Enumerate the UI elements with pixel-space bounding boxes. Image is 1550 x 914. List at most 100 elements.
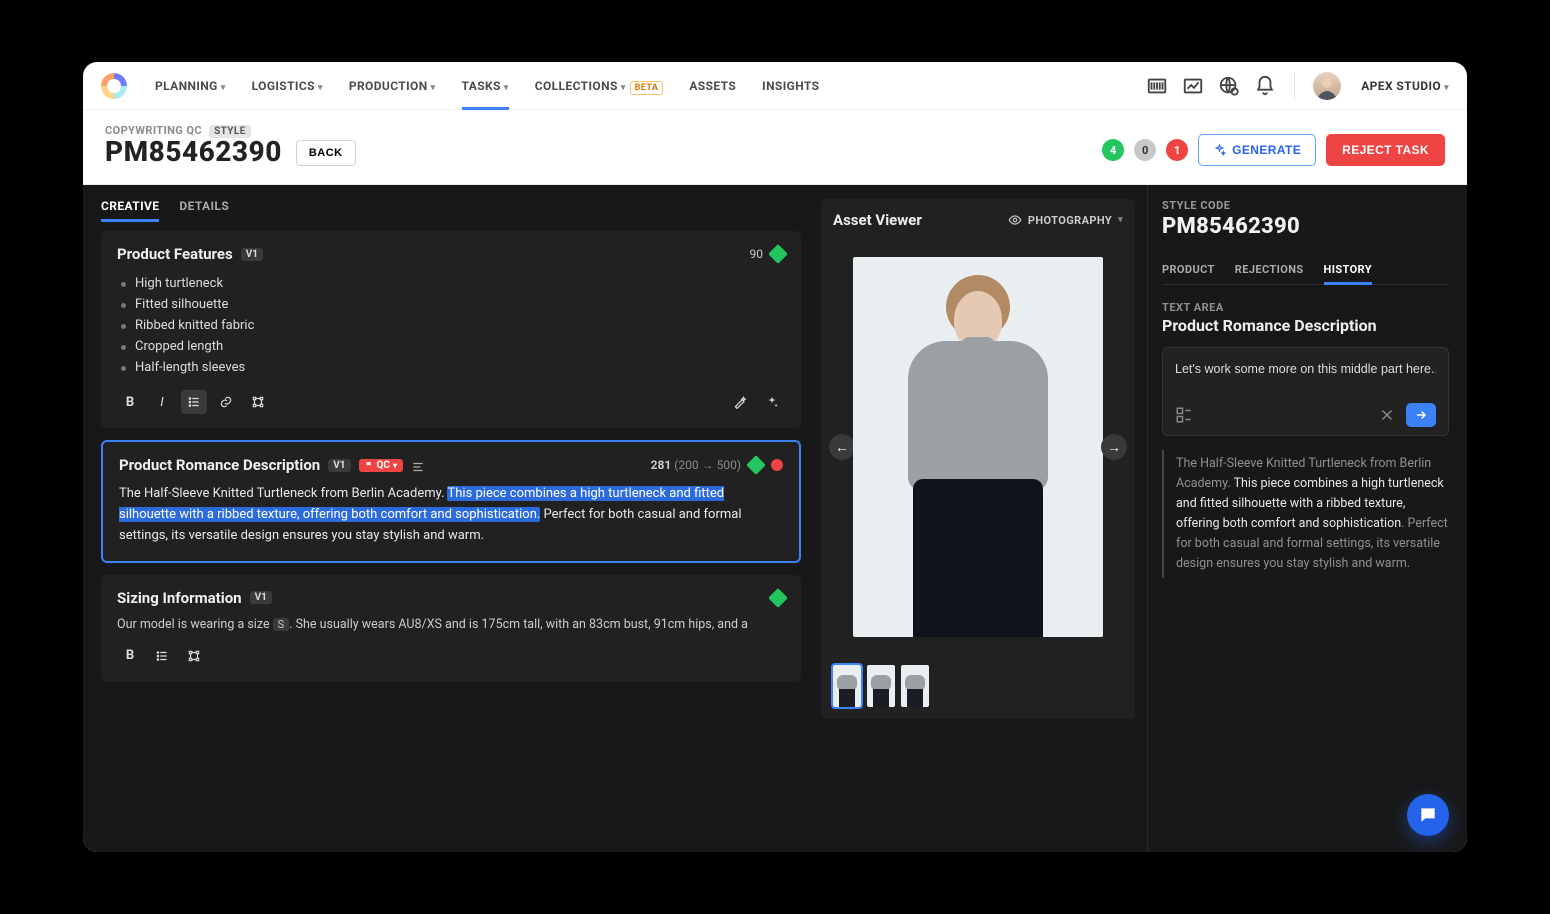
sizing-title: Sizing Information [117, 589, 242, 607]
flag-icon [365, 461, 374, 470]
nav-right: APEX STUDIO▾ [1146, 72, 1449, 100]
sizing-text: Our model is wearing a size S. She usual… [117, 617, 785, 632]
thumbnail[interactable] [901, 665, 929, 707]
paragraph-icon[interactable] [411, 459, 425, 471]
style-code-value: PM85462390 [1162, 214, 1449, 239]
prev-asset-button[interactable]: ← [829, 434, 855, 460]
chevron-down-icon: ▾ [1444, 83, 1449, 93]
sizing-card: Sizing Information V1 Our model is weari… [101, 575, 801, 682]
version-chip: V1 [250, 591, 272, 604]
nav-assets[interactable]: ASSETS [677, 63, 748, 109]
tab-product[interactable]: PRODUCT [1162, 255, 1215, 284]
transform-button[interactable] [181, 644, 207, 668]
features-toolbar: B I [117, 390, 785, 414]
text-area-label: TEXT AREA [1162, 301, 1449, 314]
asset-stage: ← → [833, 237, 1123, 657]
workspace-switcher[interactable]: APEX STUDIO▾ [1361, 79, 1449, 93]
bold-button[interactable]: B [117, 644, 143, 668]
back-button[interactable]: BACK [296, 140, 356, 166]
chart-icon[interactable] [1182, 75, 1204, 97]
app-window: PLANNING▾ LOGISTICS▾ PRODUCTION▾ TASKS▾ … [83, 62, 1467, 852]
char-count: 281 (200 → 500) [651, 458, 741, 472]
clear-icon[interactable] [1378, 406, 1396, 424]
list-item: Cropped length [121, 336, 785, 357]
style-code-label: STYLE CODE [1162, 199, 1449, 212]
thumbnail[interactable] [833, 665, 861, 707]
check-icon [746, 455, 766, 475]
transform-button[interactable] [245, 390, 271, 414]
asset-viewer-title: Asset Viewer [833, 211, 922, 229]
nav-logistics[interactable]: LOGISTICS▾ [240, 63, 335, 109]
bullet-list-button[interactable] [181, 390, 207, 414]
chevron-down-icon: ▾ [318, 83, 323, 93]
italic-button[interactable]: I [149, 390, 175, 414]
sparkle-icon [1213, 144, 1226, 157]
romance-text[interactable]: The Half-Sleeve Knitted Turtleneck from … [119, 484, 783, 546]
list-item: Ribbed knitted fabric [121, 315, 785, 336]
romance-title: Product Romance Description [119, 456, 320, 474]
status-count-rejected[interactable]: 1 [1166, 139, 1188, 161]
features-title: Product Features [117, 245, 233, 263]
next-asset-button[interactable]: → [1101, 434, 1127, 460]
side-panel: STYLE CODE PM85462390 PRODUCT REJECTIONS… [1147, 185, 1467, 852]
asset-mode-switcher[interactable]: PHOTOGRAPHY ▾ [1008, 213, 1123, 227]
list-item: Fitted silhouette [121, 294, 785, 315]
chevron-down-icon: ▾ [221, 83, 226, 93]
qc-chip[interactable]: QC ▾ [359, 459, 403, 472]
text-area-title: Product Romance Description [1162, 316, 1449, 335]
features-card: Product Features V1 90 High turtleneck F… [101, 231, 801, 428]
chevron-down-icon: ▾ [1118, 215, 1123, 225]
asset-column: Asset Viewer PHOTOGRAPHY ▾ ← [817, 185, 1147, 852]
bell-icon[interactable] [1254, 75, 1276, 97]
chevron-down-icon: ▾ [621, 83, 626, 93]
creative-column: CREATIVE DETAILS Product Features V1 90 … [83, 185, 817, 852]
tab-history[interactable]: HISTORY [1324, 255, 1372, 284]
nav-planning[interactable]: PLANNING▾ [143, 63, 238, 109]
tab-rejections[interactable]: REJECTIONS [1235, 255, 1304, 284]
tab-details[interactable]: DETAILS [179, 199, 229, 221]
romance-card[interactable]: Product Romance Description V1 QC ▾ 281 … [101, 440, 801, 562]
generate-button[interactable]: GENERATE [1198, 134, 1316, 166]
eye-icon [1008, 213, 1022, 227]
bold-button[interactable]: B [117, 390, 143, 414]
main-area: CREATIVE DETAILS Product Features V1 90 … [83, 185, 1467, 852]
size-key: S [273, 618, 290, 631]
page-title: PM85462390 [105, 137, 282, 166]
chat-fab[interactable] [1407, 794, 1449, 836]
link-button[interactable] [213, 390, 239, 414]
barcode-icon[interactable] [1146, 75, 1168, 97]
nav-items: PLANNING▾ LOGISTICS▾ PRODUCTION▾ TASKS▾ … [143, 63, 831, 109]
send-button[interactable] [1406, 403, 1436, 427]
nav-insights[interactable]: INSIGHTS [750, 63, 831, 109]
app-logo [101, 73, 127, 99]
tab-creative[interactable]: CREATIVE [101, 199, 159, 221]
page-header: COPYWRITING QC STYLE PM85462390 BACK 4 0… [83, 110, 1467, 185]
status-count-pending[interactable]: 0 [1134, 139, 1156, 161]
version-chip: V1 [328, 459, 350, 472]
issue-dot-icon [771, 459, 783, 471]
nav-tasks[interactable]: TASKS▾ [450, 63, 521, 109]
chat-icon [1418, 805, 1438, 825]
nav-collections[interactable]: COLLECTIONS▾BETA [523, 63, 676, 109]
sparkle-icon[interactable] [759, 390, 785, 414]
chat-input[interactable] [1175, 362, 1436, 376]
asset-image[interactable] [853, 257, 1103, 637]
wand-icon[interactable] [727, 390, 753, 414]
left-tabs: CREATIVE DETAILS [101, 199, 801, 231]
chevron-down-icon: ▾ [431, 83, 436, 93]
reject-button[interactable]: REJECT TASK [1326, 134, 1445, 166]
list-item: Half-length sleeves [121, 357, 785, 378]
beta-badge: BETA [630, 81, 664, 95]
asset-viewer: Asset Viewer PHOTOGRAPHY ▾ ← [821, 199, 1135, 719]
features-list: High turtleneck Fitted silhouette Ribbed… [117, 273, 785, 378]
thumbnail[interactable] [867, 665, 895, 707]
status-count-approved[interactable]: 4 [1102, 139, 1124, 161]
nav-production[interactable]: PRODUCTION▾ [337, 63, 448, 109]
check-icon [768, 244, 788, 264]
list-item: High turtleneck [121, 273, 785, 294]
globe-settings-icon[interactable] [1218, 75, 1240, 97]
bullet-list-button[interactable] [149, 644, 175, 668]
user-avatar[interactable] [1313, 72, 1341, 100]
insert-block-icon[interactable] [1175, 406, 1193, 424]
version-chip: V1 [241, 248, 263, 261]
